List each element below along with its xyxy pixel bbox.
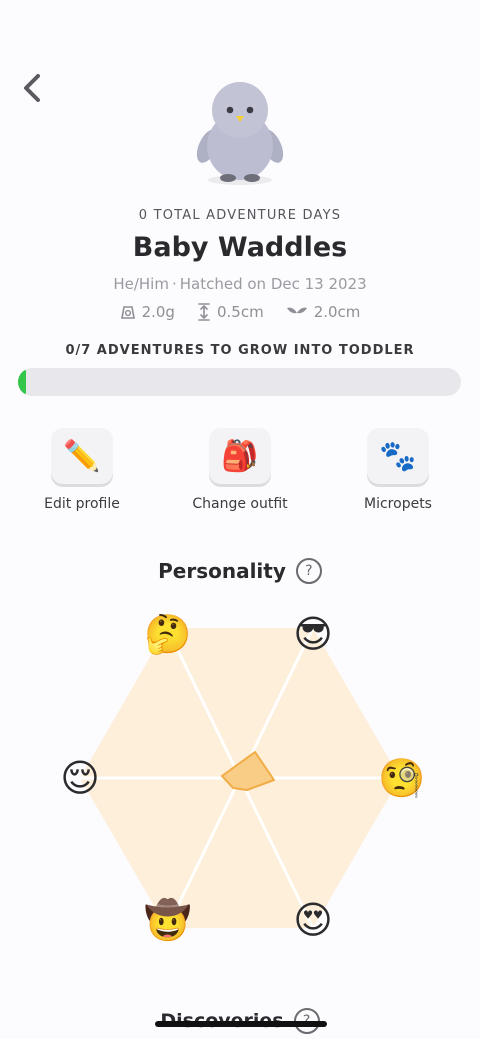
change-outfit-button[interactable]: 🎒 Change outfit: [175, 428, 305, 512]
sunglasses-face-icon[interactable]: 😎: [291, 612, 335, 656]
growth-progress-bar: [18, 368, 461, 396]
back-button[interactable]: [16, 70, 48, 106]
pet-avatar: [190, 78, 290, 188]
change-outfit-label: Change outfit: [192, 496, 288, 512]
personality-help-icon[interactable]: ?: [295, 558, 322, 584]
cowboy-face-icon[interactable]: 🤠: [144, 898, 191, 942]
weight-value: 2.0g: [141, 303, 175, 321]
personality-chart: 🤔 😎 🧐 😍 🤠 😌: [0, 600, 480, 980]
relieved-face-icon[interactable]: 😌: [58, 756, 102, 800]
pencil-icon: ✏️: [51, 428, 113, 484]
separator-dot: ·: [171, 275, 177, 293]
growth-progress-fill: [18, 368, 26, 396]
height-icon: [198, 303, 210, 321]
pronouns: He/Him: [113, 275, 169, 293]
wings-icon: [286, 307, 307, 314]
height-value: 0.5cm: [216, 303, 264, 321]
pet-stats: 2.0g 0.5cm 2.0cm: [0, 303, 480, 321]
pet-name: Baby Waddles: [132, 232, 348, 263]
growth-label: 0/7 ADVENTURES TO GROW INTO TODDLER: [65, 343, 415, 358]
thinking-face-icon[interactable]: 🤔: [144, 612, 191, 656]
personality-title: Personality: [158, 559, 286, 583]
backpack-icon: 🎒: [209, 428, 271, 484]
edit-profile-button[interactable]: ✏️ Edit profile: [17, 428, 147, 512]
height-stat: 0.5cm: [197, 303, 264, 321]
wingspan-value: 2.0cm: [313, 303, 361, 321]
heart-eyes-face-icon[interactable]: 😍: [291, 898, 335, 942]
wingspan-stat: 2.0cm: [286, 303, 361, 321]
paw-prints-icon: 🐾: [367, 428, 429, 484]
monocle-face-icon[interactable]: 🧐: [378, 756, 425, 800]
hatched-date: Hatched on Dec 13 2023: [179, 275, 367, 293]
weight-stat: 2.0g: [120, 303, 175, 321]
chevron-left-icon: [24, 74, 40, 102]
home-indicator: [155, 1021, 327, 1027]
scale-icon: [120, 306, 135, 319]
personality-header: Personality ?: [0, 558, 480, 584]
pet-meta: He/Him · Hatched on Dec 13 2023: [0, 275, 480, 293]
micropets-button[interactable]: 🐾 Micropets: [333, 428, 463, 512]
micropets-label: Micropets: [364, 496, 432, 512]
total-adventure-days: 0 TOTAL ADVENTURE DAYS: [138, 208, 342, 223]
edit-profile-label: Edit profile: [44, 496, 120, 512]
